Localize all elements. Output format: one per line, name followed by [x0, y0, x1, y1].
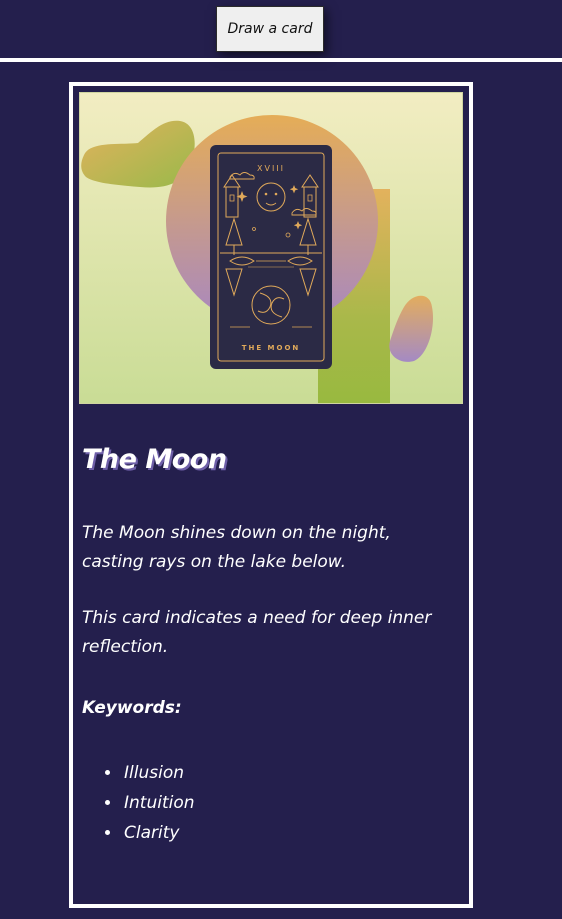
card-numeral: XVIII — [257, 164, 285, 173]
card-description-1: The Moon shines down on the night, casti… — [82, 523, 391, 572]
card-caption: THE MOON — [242, 344, 301, 352]
draw-card-button[interactable]: Draw a card — [216, 6, 324, 52]
keywords-heading: Keywords: — [82, 698, 182, 718]
moon-tarot-card: XVIII THE MOON — [210, 145, 332, 369]
tarot-card-panel: XVIII THE MOON The Moon The Moon shines … — [69, 82, 473, 908]
tarot-card-illustration: XVIII THE MOON — [79, 92, 463, 404]
header-divider — [0, 58, 562, 62]
keywords-list: Illusion Intuition Clarity — [82, 758, 195, 848]
card-title: The Moon — [82, 444, 227, 475]
keyword-item: Intuition — [122, 788, 195, 818]
top-bar: Draw a card — [0, 0, 562, 58]
keyword-item: Clarity — [122, 818, 195, 848]
keyword-item: Illusion — [122, 758, 195, 788]
card-description-2: This card indicates a need for deep inne… — [82, 608, 432, 657]
